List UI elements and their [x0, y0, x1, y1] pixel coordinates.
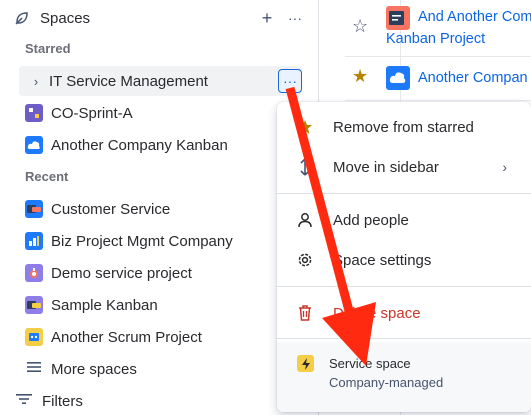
project-avatar-icon: [25, 136, 43, 154]
project-link[interactable]: And Another Comp: [418, 6, 531, 28]
space-type-info: Service space Company-managed: [277, 342, 531, 412]
project-avatar-icon: [25, 200, 43, 218]
menu-item-label: Move in sidebar: [333, 158, 439, 176]
project-avatar-icon: [25, 232, 43, 250]
menu-item-delete-space[interactable]: Delete space: [277, 293, 531, 333]
spaces-header: Spaces + ···: [14, 6, 304, 30]
menu-divider: [277, 286, 531, 287]
project-avatar-icon: [25, 104, 43, 122]
starred-section-label: Starred: [25, 41, 71, 56]
person-icon: [277, 212, 333, 228]
project-avatar-icon: [386, 66, 410, 90]
menu-divider: [277, 193, 531, 194]
sidebar-item-sample-kanban[interactable]: Sample Kanban: [19, 290, 302, 320]
sidebar-item-another-company-kanban[interactable]: Another Company Kanban: [19, 130, 302, 160]
trash-icon: [277, 305, 333, 321]
menu-item-add-people[interactable]: Add people: [277, 200, 531, 240]
sidebar-item-demo-service-project[interactable]: Demo service project: [19, 258, 302, 288]
menu-item-label: Space settings: [333, 251, 432, 269]
menu-divider: [277, 338, 531, 339]
sidebar-item-co-sprint-a[interactable]: CO-Sprint-A: [19, 98, 302, 128]
chevron-right-icon: ›: [502, 159, 507, 175]
project-avatar-icon: [25, 328, 43, 346]
sidebar: Spaces + ··· Starred › IT Service Manage…: [0, 0, 318, 415]
project-avatar-icon: [25, 296, 43, 314]
more-spaces-item[interactable]: More spaces: [19, 354, 302, 384]
project-avatar-icon: [386, 6, 410, 30]
project-link[interactable]: Kanban Project: [386, 28, 485, 50]
filters-item[interactable]: Filters: [10, 386, 293, 415]
sidebar-item-label: CO-Sprint-A: [51, 104, 133, 122]
sidebar-item-label: Demo service project: [51, 264, 192, 282]
star-icon: [277, 119, 333, 135]
sidebar-item-another-scrum-project[interactable]: Another Scrum Project: [19, 322, 302, 352]
menu-item-label: Remove from starred: [333, 118, 474, 136]
menu-item-move-in-sidebar[interactable]: Move in sidebar ›: [277, 147, 531, 187]
space-more-actions-button[interactable]: ···: [278, 69, 302, 93]
space-actions-menu: Remove from starred Move in sidebar › Ad…: [277, 102, 531, 412]
sidebar-item-label: Customer Service: [51, 200, 171, 218]
lightning-icon: [297, 355, 314, 372]
sidebar-item-biz-project-mgmt-company[interactable]: Biz Project Mgmt Company: [19, 226, 302, 256]
space-type-subtitle: Company-managed: [329, 375, 444, 390]
menu-item-remove-from-starred[interactable]: Remove from starred: [277, 107, 531, 147]
sidebar-item-label: Biz Project Mgmt Company: [51, 232, 233, 250]
chevron-right-icon[interactable]: ›: [25, 74, 47, 89]
menu-item-label: Add people: [333, 211, 409, 229]
menu-item-label: Delete space: [333, 304, 421, 322]
filters-label: Filters: [42, 392, 83, 410]
sidebar-item-label: Another Company Kanban: [51, 136, 228, 154]
add-space-button[interactable]: +: [258, 8, 276, 29]
sidebar-item-it-service-management[interactable]: › IT Service Management ···: [19, 66, 302, 96]
menu-item-space-settings[interactable]: Space settings: [277, 240, 531, 280]
table-row-divider: [345, 100, 531, 101]
more-spaces-label: More spaces: [51, 360, 137, 378]
sidebar-item-label: IT Service Management: [49, 72, 208, 90]
star-filled-icon[interactable]: ★: [352, 66, 368, 87]
gear-icon: [277, 252, 333, 268]
spaces-title: Spaces: [40, 9, 91, 27]
project-avatar-icon: [25, 264, 43, 282]
project-link[interactable]: Another Compan: [418, 67, 528, 89]
list-icon: [27, 360, 41, 378]
table-row-divider: [345, 56, 531, 57]
sidebar-item-label: Sample Kanban: [51, 296, 158, 314]
sidebar-item-customer-service[interactable]: Customer Service: [19, 194, 302, 224]
sidebar-item-label: Another Scrum Project: [51, 328, 202, 346]
spaces-more-button[interactable]: ···: [286, 10, 304, 26]
spaces-icon: [15, 12, 28, 25]
recent-section-label: Recent: [25, 169, 69, 184]
space-type-title: Service space: [329, 356, 411, 371]
move-icon: [277, 158, 333, 176]
filter-icon: [16, 392, 32, 410]
star-outline-icon[interactable]: ☆: [352, 16, 368, 37]
